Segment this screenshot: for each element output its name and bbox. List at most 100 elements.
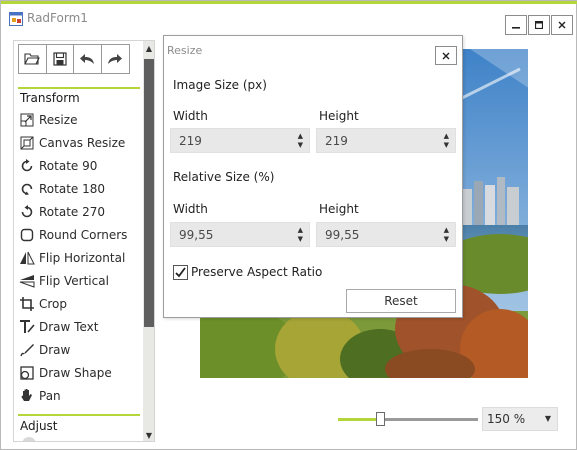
rotate-90-command[interactable]: Rotate 90 xyxy=(18,154,142,177)
transform-separator xyxy=(18,87,140,89)
rotate-90-command-label: Rotate 90 xyxy=(39,158,98,173)
canvas-resize-command[interactable]: Canvas Resize xyxy=(18,131,142,154)
adjust-first-item-icon xyxy=(22,437,36,441)
undo-icon xyxy=(80,54,95,64)
reset-button[interactable]: Reset xyxy=(346,289,456,313)
close-icon xyxy=(442,52,450,59)
app-window: RadForm1 Transform Resize Canvas Resize … xyxy=(0,0,577,450)
flip-vertical-command-label: Flip Vertical xyxy=(39,273,109,288)
image-size-heading: Image Size (px) xyxy=(173,78,267,92)
maximize-button[interactable] xyxy=(528,15,550,35)
flip-vertical-command[interactable]: Flip Vertical xyxy=(18,269,142,292)
spin-down-icon[interactable]: ▼ xyxy=(298,236,303,243)
save-icon xyxy=(53,52,67,66)
flip-horizontal-command-label: Flip Horizontal xyxy=(39,250,126,265)
title-bar[interactable]: RadForm1 xyxy=(1,4,576,35)
pixel-width-value: 219 xyxy=(179,134,202,148)
relative-size-heading: Relative Size (%) xyxy=(173,170,275,184)
pixel-width-label: Width xyxy=(173,109,208,123)
rotate-90-icon xyxy=(21,158,33,171)
rotate-180-command[interactable]: Rotate 180 xyxy=(18,177,142,200)
flip-horizontal-command[interactable]: Flip Horizontal xyxy=(18,246,142,269)
zoom-dropdown[interactable]: 150 % ▼ xyxy=(482,407,558,431)
window-title: RadForm1 xyxy=(27,11,88,25)
canvas-resize-command-label: Canvas Resize xyxy=(39,135,126,150)
chevron-down-icon: ▼ xyxy=(544,414,551,423)
pan-icon xyxy=(21,389,32,401)
draw-text-icon xyxy=(20,319,35,333)
zoom-value: 150 % xyxy=(487,412,526,426)
relative-height-label: Height xyxy=(319,202,359,216)
rotate-180-command-label: Rotate 180 xyxy=(39,181,106,196)
save-button[interactable] xyxy=(47,45,74,73)
spin-up-icon[interactable]: ▲ xyxy=(444,227,449,234)
maximize-icon xyxy=(535,21,543,29)
spin-up-icon[interactable]: ▲ xyxy=(444,133,449,140)
scroll-down-arrow-icon[interactable]: ▼ xyxy=(144,431,154,441)
relative-height-value: 99,55 xyxy=(325,228,360,242)
draw-command-label: Draw xyxy=(39,342,71,357)
rotate-270-command-label: Rotate 270 xyxy=(39,204,106,219)
round-corners-command-label: Round Corners xyxy=(39,227,128,242)
round-corners-command[interactable]: Round Corners xyxy=(18,223,142,246)
minimize-icon xyxy=(512,27,520,29)
canvas-resize-icon xyxy=(20,136,34,149)
checkmark-icon xyxy=(175,267,186,278)
redo-button[interactable] xyxy=(102,45,129,73)
zoom-slider-track[interactable] xyxy=(338,418,478,421)
file-toolbar xyxy=(18,44,130,74)
resize-command[interactable]: Resize xyxy=(18,108,142,131)
round-corners-icon xyxy=(20,228,34,241)
scroll-up-arrow-icon[interactable]: ▲ xyxy=(144,44,154,54)
pan-command[interactable]: Pan xyxy=(18,384,142,407)
draw-icon xyxy=(20,343,34,356)
relative-height-spinner[interactable]: 99,55 ▲ ▼ xyxy=(316,222,456,247)
zoom-slider-fill xyxy=(338,418,380,421)
minimize-button[interactable] xyxy=(505,15,527,35)
relative-width-label: Width xyxy=(173,202,208,216)
draw-text-command-label: Draw Text xyxy=(39,319,99,334)
adjust-separator xyxy=(18,414,140,416)
spin-up-icon[interactable]: ▲ xyxy=(298,227,303,234)
crop-command[interactable]: Crop xyxy=(18,292,142,315)
app-form-icon xyxy=(9,12,23,26)
resize-dialog: Resize Image Size (px) Width Height 219 … xyxy=(163,35,463,318)
draw-command[interactable]: Draw xyxy=(18,338,142,361)
draw-shape-command-label: Draw Shape xyxy=(39,365,112,380)
draw-text-command[interactable]: Draw Text xyxy=(18,315,142,338)
rotate-270-command[interactable]: Rotate 270 xyxy=(18,200,142,223)
adjust-group-title: Adjust xyxy=(20,419,58,433)
preserve-aspect-label[interactable]: Preserve Aspect Ratio xyxy=(191,265,322,279)
transform-group-title: Transform xyxy=(20,91,80,105)
relative-width-value: 99,55 xyxy=(179,228,214,242)
pixel-height-spinner[interactable]: 219 ▲ ▼ xyxy=(316,128,456,153)
panel-scrollbar[interactable]: ▲ ▼ xyxy=(143,41,154,441)
transform-command-list: Resize Canvas Resize Rotate 90 Rotate 18… xyxy=(18,108,142,407)
crop-command-label: Crop xyxy=(39,296,68,311)
resize-dialog-title: Resize xyxy=(167,44,203,57)
pixel-height-label: Height xyxy=(319,109,359,123)
open-folder-icon xyxy=(24,53,41,65)
spin-down-icon[interactable]: ▼ xyxy=(444,142,449,149)
open-button[interactable] xyxy=(19,45,47,73)
spin-down-icon[interactable]: ▼ xyxy=(298,142,303,149)
spin-up-icon[interactable]: ▲ xyxy=(298,133,303,140)
commands-panel: Transform Resize Canvas Resize Rotate 90… xyxy=(13,40,155,442)
redo-icon xyxy=(108,54,123,64)
close-dialog-button[interactable] xyxy=(435,46,457,65)
zoom-slider-thumb[interactable] xyxy=(376,412,385,426)
rotate-270-icon xyxy=(21,204,33,217)
rotate-180-icon xyxy=(21,183,33,195)
flip-vertical-icon xyxy=(19,274,35,288)
pan-command-label: Pan xyxy=(39,388,61,403)
undo-button[interactable] xyxy=(74,45,102,73)
relative-width-spinner[interactable]: 99,55 ▲ ▼ xyxy=(170,222,310,247)
preserve-aspect-checkbox[interactable] xyxy=(173,265,188,280)
spin-down-icon[interactable]: ▼ xyxy=(444,236,449,243)
pixel-width-spinner[interactable]: 219 ▲ ▼ xyxy=(170,128,310,153)
resize-command-label: Resize xyxy=(39,112,78,127)
close-window-button[interactable] xyxy=(551,15,573,35)
flip-horizontal-icon xyxy=(20,251,35,264)
draw-shape-command[interactable]: Draw Shape xyxy=(18,361,142,384)
panel-scroll-thumb[interactable] xyxy=(144,59,154,327)
